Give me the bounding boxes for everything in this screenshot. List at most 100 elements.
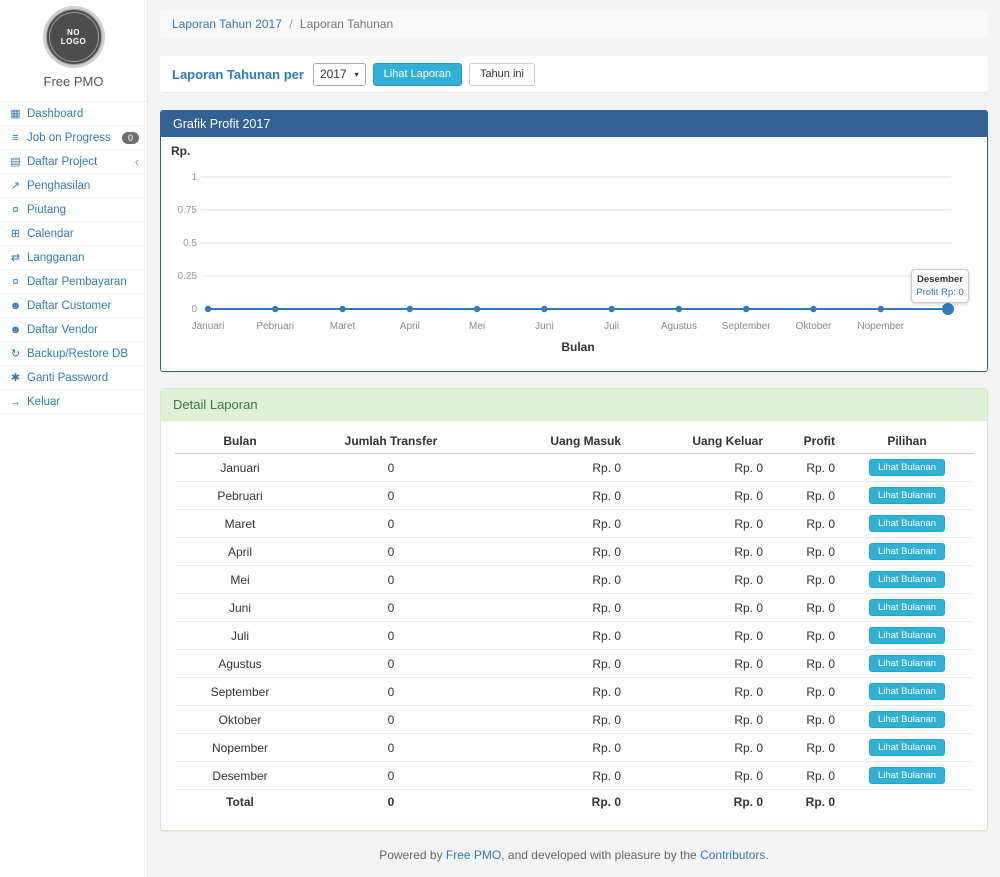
chart-point[interactable] <box>339 306 345 312</box>
table-row: Agustus0Rp. 0Rp. 0Rp. 0Lihat Bulanan <box>175 650 973 678</box>
free-pmo-link[interactable]: Free PMO <box>446 848 501 862</box>
tooltip-title: Desember <box>915 274 965 285</box>
table-cell: Rp. 0 <box>477 454 627 482</box>
chart-point[interactable] <box>743 306 749 312</box>
chart-point[interactable] <box>942 303 954 315</box>
lihat-bulanan-button[interactable]: Lihat Bulanan <box>869 459 945 476</box>
table-cell: Rp. 0 <box>627 734 769 762</box>
logo-text-line2: LOGO <box>61 37 87 46</box>
table-cell: 0 <box>305 454 477 482</box>
refresh-icon: ↻ <box>8 347 23 360</box>
sidebar-item-label: Backup/Restore DB <box>27 348 128 360</box>
table-cell: Rp. 0 <box>769 734 841 762</box>
sidebar-menu: ▦Dashboard≡Job on Progress0 ▤ Daftar Proje… <box>0 101 147 414</box>
sidebar-item-label: Daftar Project <box>27 156 97 168</box>
table-cell: Rp. 0 <box>477 566 627 594</box>
sidebar-item-backup-restore-db[interactable]: ↻ Backup/Restore DB <box>0 342 147 366</box>
total-cell: Rp. 0 <box>627 790 769 815</box>
contributors-link[interactable]: Contributors <box>700 848 765 862</box>
table-cell: Rp. 0 <box>769 678 841 706</box>
sidebar-item-label: Ganti Password <box>27 372 108 384</box>
total-row: Total0Rp. 0Rp. 0Rp. 0 <box>175 790 973 815</box>
table-cell: 0 <box>305 510 477 538</box>
table-cell: 0 <box>305 566 477 594</box>
lihat-bulanan-button[interactable]: Lihat Bulanan <box>869 739 945 756</box>
table-cell: Rp. 0 <box>477 678 627 706</box>
lihat-bulanan-button[interactable]: Lihat Bulanan <box>869 543 945 560</box>
sidebar-item-dashboard[interactable]: ▦Dashboard <box>0 102 147 126</box>
sidebar-item-daftar-project[interactable]: ▤Daftar Project‹ <box>0 150 147 174</box>
action-cell: Lihat Bulanan <box>841 734 973 762</box>
action-cell: Lihat Bulanan <box>841 594 973 622</box>
sidebar-item-penghasilan[interactable]: ↗Penghasilan <box>0 174 147 198</box>
x-tick-label: Maret <box>330 321 356 332</box>
x-tick-label: Juli <box>604 321 619 332</box>
chart-point[interactable] <box>541 306 547 312</box>
lihat-bulanan-button[interactable]: Lihat Bulanan <box>869 711 945 728</box>
table-row: April0Rp. 0Rp. 0Rp. 0Lihat Bulanan <box>175 538 973 566</box>
sidebar-item-keluar[interactable]: →Keluar <box>0 390 147 414</box>
table-row: Januari0Rp. 0Rp. 0Rp. 0Lihat Bulanan <box>175 454 973 482</box>
sidebar-item-langganan[interactable]: ⇄Langganan <box>0 246 147 270</box>
lihat-bulanan-button[interactable]: Lihat Bulanan <box>869 683 945 700</box>
chart-point[interactable] <box>474 306 480 312</box>
action-cell: Lihat Bulanan <box>841 538 973 566</box>
chart-point[interactable] <box>676 306 682 312</box>
table-cell: Rp. 0 <box>477 510 627 538</box>
payments-icon: ¤ <box>8 276 23 288</box>
table-cell: Januari <box>175 454 305 482</box>
lihat-bulanan-button[interactable]: Lihat Bulanan <box>869 655 945 672</box>
y-tick-label: 0 <box>191 304 197 315</box>
sidebar-item-ganti-password[interactable]: ✱Ganti Password <box>0 366 147 390</box>
action-cell: Lihat Bulanan <box>841 566 973 594</box>
tahun-ini-button[interactable]: Tahun ini <box>469 63 535 86</box>
lihat-laporan-button[interactable]: Lihat Laporan <box>373 63 462 86</box>
sidebar-item-label: Dashboard <box>27 108 83 120</box>
table-cell: Rp. 0 <box>477 482 627 510</box>
chart-point[interactable] <box>878 306 884 312</box>
lihat-bulanan-button[interactable]: Lihat Bulanan <box>869 627 945 644</box>
table-cell: Rp. 0 <box>769 762 841 790</box>
total-cell: Rp. 0 <box>477 790 627 815</box>
action-cell: Lihat Bulanan <box>841 650 973 678</box>
chart-point[interactable] <box>205 306 211 312</box>
subscription-icon: ⇄ <box>8 251 23 264</box>
table-row: Desember0Rp. 0Rp. 0Rp. 0Lihat Bulanan <box>175 762 973 790</box>
sidebar-item-daftar-vendor[interactable]: ☻Daftar Vendor <box>0 318 147 342</box>
chart-point[interactable] <box>608 306 614 312</box>
breadcrumb-link[interactable]: Laporan Tahun 2017 <box>172 17 282 31</box>
sidebar-item-label: Daftar Vendor <box>27 324 98 336</box>
table-icon: ▤ <box>8 155 23 168</box>
sidebar-item-daftar-pembayaran[interactable]: ¤Daftar Pembayaran <box>0 270 147 294</box>
action-cell: Lihat Bulanan <box>841 482 973 510</box>
lihat-bulanan-button[interactable]: Lihat Bulanan <box>869 767 945 784</box>
breadcrumb-separator: / <box>289 17 292 31</box>
column-header: Uang Keluar <box>627 429 769 454</box>
year-select-value: 2017 <box>320 67 347 81</box>
lihat-bulanan-button[interactable]: Lihat Bulanan <box>869 487 945 504</box>
sidebar-item-label: Daftar Customer <box>27 300 111 312</box>
lihat-bulanan-button[interactable]: Lihat Bulanan <box>869 599 945 616</box>
chart-point[interactable] <box>407 306 413 312</box>
column-header: Pilihan <box>841 429 973 454</box>
chart-point[interactable] <box>272 306 278 312</box>
breadcrumb-current: Laporan Tahunan <box>300 17 393 31</box>
table-cell: 0 <box>305 650 477 678</box>
x-tick-label: Juni <box>535 321 553 332</box>
sidebar-item-piutang[interactable]: ¤Piutang <box>0 198 147 222</box>
lihat-bulanan-button[interactable]: Lihat Bulanan <box>869 571 945 588</box>
action-cell: Lihat Bulanan <box>841 622 973 650</box>
lihat-bulanan-button[interactable]: Lihat Bulanan <box>869 515 945 532</box>
table-cell: 0 <box>305 482 477 510</box>
sidebar-item-job-on-progress[interactable]: ≡Job on Progress0 <box>0 126 147 150</box>
table-row: Mei0Rp. 0Rp. 0Rp. 0Lihat Bulanan <box>175 566 973 594</box>
detail-panel-body: BulanJumlah TransferUang MasukUang Kelua… <box>161 421 987 830</box>
footer-text-suffix: . <box>765 848 768 862</box>
year-select[interactable]: 2017 ▾ <box>313 63 366 86</box>
sidebar-item-daftar-customer[interactable]: ☻Daftar Customer <box>0 294 147 318</box>
sidebar-item-calendar[interactable]: ⊞Calendar <box>0 222 147 246</box>
sidebar-item-label: Job on Progress <box>27 132 111 144</box>
table-cell: Rp. 0 <box>627 482 769 510</box>
table-cell: September <box>175 678 305 706</box>
chart-point[interactable] <box>810 306 816 312</box>
